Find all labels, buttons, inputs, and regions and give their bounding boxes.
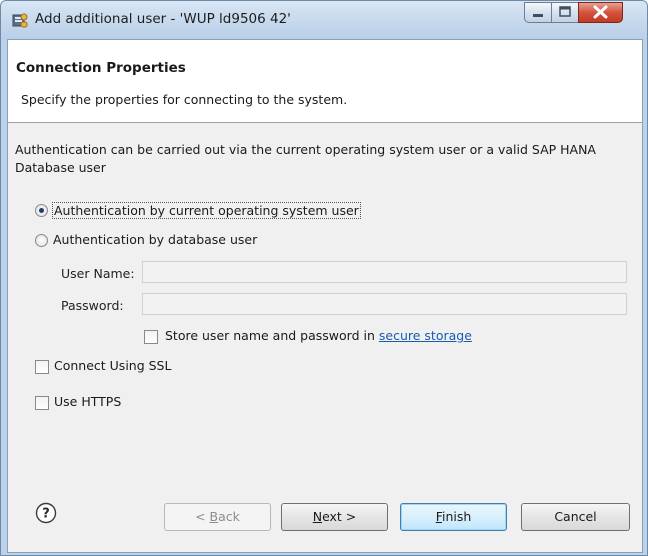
- use-https-checkbox[interactable]: Use HTTPS: [35, 394, 235, 412]
- radio-db-user[interactable]: Authentication by database user: [35, 232, 375, 250]
- radio-db-user-label: Authentication by database user: [53, 232, 258, 247]
- password-field[interactable]: [142, 293, 627, 315]
- store-credentials-label: Store user name and password in: [165, 328, 375, 343]
- maximize-icon: [559, 6, 571, 17]
- maximize-button[interactable]: [551, 2, 579, 23]
- radio-button-selected[interactable]: [35, 204, 48, 217]
- password-label: Password:: [61, 298, 124, 313]
- wizard-footer: ? < Back Next > Finish Cancel: [8, 469, 642, 552]
- store-credentials-checkbox[interactable]: Store user name and password in secure s…: [144, 328, 504, 346]
- svg-text:?: ?: [42, 507, 50, 522]
- radio-os-user-label: Authentication by current operating syst…: [52, 202, 361, 219]
- radio-os-user[interactable]: Authentication by current operating syst…: [35, 202, 375, 220]
- dialog-window: Add additional user - 'WUP ld9506 42' Co…: [0, 0, 648, 556]
- window-title: Add additional user - 'WUP ld9506 42': [35, 11, 291, 27]
- close-button[interactable]: [578, 2, 623, 23]
- user-name-field[interactable]: [142, 261, 627, 283]
- auth-intro-text: Authentication can be carried out via th…: [15, 142, 596, 175]
- checkbox[interactable]: [144, 330, 158, 344]
- user-name-label: User Name:: [61, 266, 135, 281]
- wizard-body: Authentication can be carried out via th…: [8, 123, 642, 469]
- page-title: Connection Properties: [16, 60, 186, 76]
- wizard-header: Connection Properties Specify the proper…: [8, 40, 642, 123]
- database-add-user-icon: [12, 13, 28, 28]
- page-description: Specify the properties for connecting to…: [21, 92, 348, 107]
- secure-storage-link[interactable]: secure storage: [379, 328, 472, 343]
- help-icon[interactable]: ?: [35, 502, 57, 524]
- radio-button[interactable]: [35, 234, 48, 247]
- dialog-client-area: Connection Properties Specify the proper…: [7, 39, 643, 553]
- cancel-button[interactable]: Cancel: [521, 503, 630, 531]
- connect-ssl-label: Connect Using SSL: [54, 358, 172, 373]
- minimize-button[interactable]: [524, 2, 552, 23]
- next-button[interactable]: Next >: [281, 503, 388, 531]
- connect-ssl-checkbox[interactable]: Connect Using SSL: [35, 358, 235, 376]
- back-button[interactable]: < Back: [164, 503, 271, 531]
- close-icon: [593, 5, 608, 19]
- finish-button[interactable]: Finish: [400, 503, 507, 531]
- minimize-icon: [533, 14, 543, 17]
- title-bar[interactable]: Add additional user - 'WUP ld9506 42': [1, 1, 647, 39]
- use-https-label: Use HTTPS: [54, 394, 122, 409]
- checkbox[interactable]: [35, 360, 49, 374]
- checkbox[interactable]: [35, 396, 49, 410]
